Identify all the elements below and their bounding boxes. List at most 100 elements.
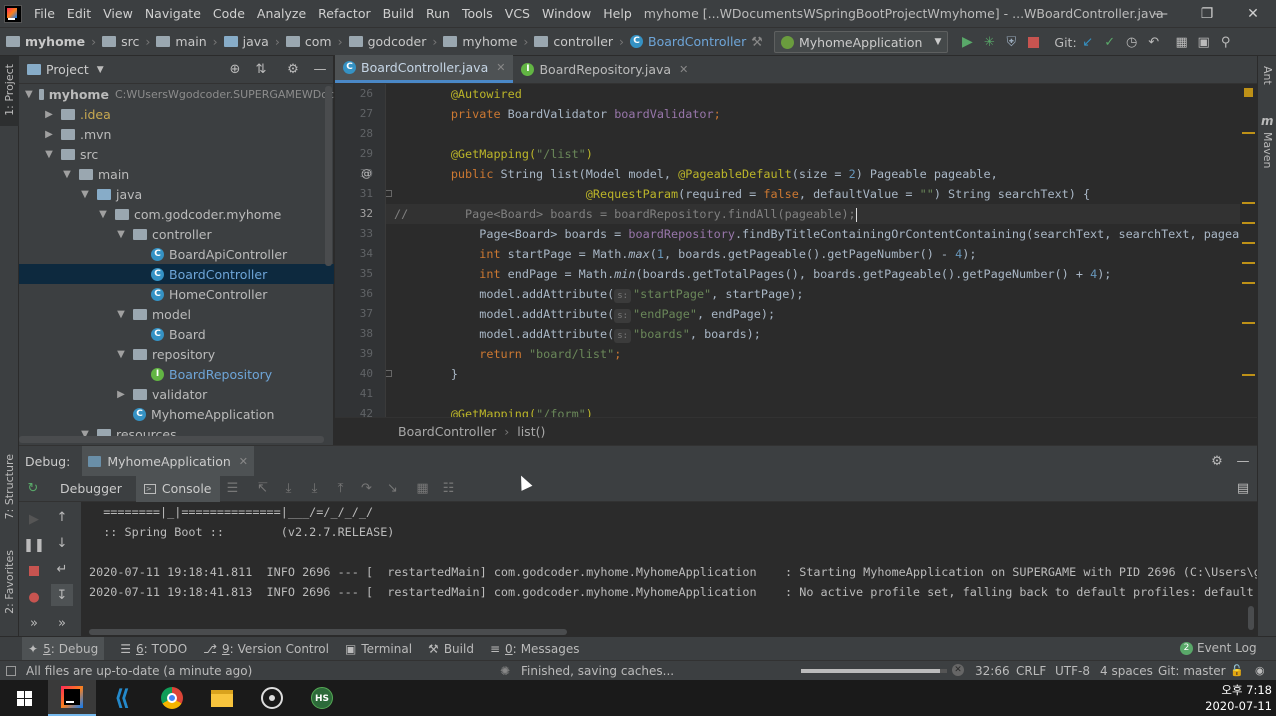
breadcrumb-item-godcoder[interactable]: godcoder bbox=[348, 34, 426, 49]
tool-tab-debug[interactable]: ✦ 5: Debug bbox=[22, 636, 105, 661]
expand-right-icon[interactable]: ▶ bbox=[115, 389, 127, 400]
close-icon[interactable]: ✕ bbox=[679, 63, 688, 76]
tree-item[interactable]: I BoardRepository bbox=[19, 364, 334, 384]
menu-item-view[interactable]: View bbox=[97, 6, 139, 21]
hide-panel-icon[interactable]: — bbox=[1232, 450, 1254, 472]
layout-icon[interactable]: ▣ bbox=[1193, 31, 1215, 53]
tree-item[interactable]: C MyhomeApplication bbox=[19, 404, 334, 424]
close-icon[interactable]: ✕ bbox=[496, 61, 505, 74]
menu-item-code[interactable]: Code bbox=[207, 6, 251, 21]
git-branch[interactable]: Git: master bbox=[1158, 664, 1226, 678]
editor-tab[interactable]: C BoardController.java ✕ bbox=[335, 55, 514, 83]
expand-down-icon[interactable]: ▼ bbox=[97, 209, 109, 220]
stop-icon[interactable] bbox=[1022, 31, 1044, 53]
soft-wrap-icon[interactable]: ↵ bbox=[51, 558, 73, 580]
console-vscrollbar[interactable] bbox=[1248, 606, 1254, 630]
breadcrumb-item-myhome[interactable]: myhome bbox=[443, 34, 517, 49]
tab-console[interactable]: > Console bbox=[135, 475, 220, 502]
hide-panel-icon[interactable]: — bbox=[309, 59, 331, 81]
editor-marker-stripe[interactable] bbox=[1240, 84, 1257, 417]
intellij-logo-icon[interactable] bbox=[4, 4, 22, 23]
favorites-tool-button[interactable]: 2: Favorites bbox=[3, 550, 16, 614]
tree-item[interactable]: ▶ .idea bbox=[19, 104, 334, 124]
scroll-up-icon[interactable]: ↑ bbox=[51, 506, 73, 528]
menu-item-run[interactable]: Run bbox=[420, 6, 456, 21]
run-config-select[interactable]: MyhomeApplication ▼ bbox=[774, 31, 949, 53]
build-hammer-icon[interactable]: ⚒ bbox=[746, 31, 768, 53]
taskbar-chrome[interactable] bbox=[148, 680, 196, 716]
tool-tab-build[interactable]: ⚒ Build bbox=[428, 642, 474, 656]
breadcrumb-item-controller[interactable]: controller bbox=[534, 34, 613, 49]
tree-hscrollbar[interactable] bbox=[19, 436, 324, 443]
run-icon[interactable]: ▶ bbox=[956, 31, 978, 53]
git-rollback-icon[interactable]: ↶ bbox=[1143, 31, 1165, 53]
cancel-progress-icon[interactable]: ✕ bbox=[952, 664, 964, 676]
status-toggle-icon[interactable] bbox=[6, 665, 16, 676]
rerun-icon[interactable]: ↻ bbox=[22, 478, 44, 500]
menu-item-analyze[interactable]: Analyze bbox=[251, 6, 312, 21]
step-over-icon[interactable]: ⤓ bbox=[278, 478, 300, 500]
taskbar-intellij[interactable] bbox=[48, 680, 96, 716]
tool-tab-version-control[interactable]: ⎇ 9: Version Control bbox=[203, 642, 329, 656]
breadcrumb-item-main[interactable]: main bbox=[156, 34, 207, 49]
taskbar-hs-app[interactable]: HS bbox=[298, 680, 346, 716]
memory-indicator-icon[interactable]: ◉ bbox=[1255, 664, 1265, 677]
console-hscrollbar[interactable] bbox=[89, 629, 567, 635]
project-tool-button[interactable]: 1: Project bbox=[3, 64, 16, 116]
tree-item[interactable]: C BoardApiController bbox=[19, 244, 334, 264]
run-to-cursor-icon[interactable]: ↘ bbox=[382, 478, 404, 500]
menu-item-refactor[interactable]: Refactor bbox=[312, 6, 376, 21]
tree-item[interactable]: ▼ src bbox=[19, 144, 334, 164]
expand-down-icon[interactable]: ▼ bbox=[25, 89, 33, 100]
debug-bug-icon[interactable]: ✳ bbox=[978, 31, 1000, 53]
indent-setting[interactable]: 4 spaces bbox=[1100, 664, 1153, 678]
caret-position[interactable]: 32:66 bbox=[975, 664, 1010, 678]
gear-icon[interactable]: ⚙ bbox=[282, 59, 304, 81]
close-window-button[interactable]: ✕ bbox=[1230, 0, 1276, 28]
expand-down-icon[interactable]: ▼ bbox=[115, 229, 127, 240]
tree-item[interactable]: C BoardController bbox=[19, 264, 334, 284]
expand-down-icon[interactable]: ▼ bbox=[61, 169, 73, 180]
structure-tool-button[interactable]: 7: Structure bbox=[3, 454, 16, 519]
windows-start-button[interactable] bbox=[0, 680, 48, 716]
tree-item[interactable]: ▼ repository bbox=[19, 344, 334, 364]
breadcrumb-item-java[interactable]: java bbox=[223, 34, 269, 49]
debug-config-tab[interactable]: MyhomeApplication ✕ bbox=[82, 446, 255, 476]
console-output[interactable]: ========|_|==============|___/=/_/_/_/ :… bbox=[81, 502, 1257, 637]
breadcrumb-item-com[interactable]: com bbox=[285, 34, 332, 49]
tree-item[interactable]: C HomeController bbox=[19, 284, 334, 304]
menu-item-build[interactable]: Build bbox=[377, 6, 420, 21]
tree-item[interactable]: ▼ controller bbox=[19, 224, 334, 244]
chevron-down-icon[interactable]: ▼ bbox=[97, 65, 104, 75]
evaluate-icon[interactable]: ▦ bbox=[412, 478, 434, 500]
expand-right-icon[interactable]: ▶ bbox=[43, 109, 55, 120]
breadcrumb-item-myhome[interactable]: myhome bbox=[6, 34, 85, 49]
gear-icon[interactable]: ⚙ bbox=[1206, 450, 1228, 472]
tool-tab-terminal[interactable]: ▣ Terminal bbox=[345, 642, 412, 656]
more-icon[interactable]: » bbox=[23, 612, 45, 634]
git-history-icon[interactable]: ◷ bbox=[1121, 31, 1143, 53]
step-out-icon[interactable]: ⤒ bbox=[330, 478, 352, 500]
project-structure-icon[interactable]: ▦ bbox=[1171, 31, 1193, 53]
expand-right-icon[interactable]: ▶ bbox=[43, 129, 55, 140]
expand-down-icon[interactable]: ▼ bbox=[115, 349, 127, 360]
trace-icon[interactable]: ☷ bbox=[438, 478, 460, 500]
taskbar-vscode[interactable]: ⟪ bbox=[98, 680, 146, 716]
git-update-icon[interactable]: ↙ bbox=[1077, 31, 1099, 53]
more-icon[interactable]: » bbox=[51, 612, 73, 634]
maven-tool-button[interactable]: Maven bbox=[1261, 132, 1274, 168]
scroll-to-end-icon[interactable]: ↧ bbox=[51, 584, 73, 606]
pause-icon[interactable]: ❚❚ bbox=[23, 534, 45, 556]
editor-tab[interactable]: I BoardRepository.java ✕ bbox=[513, 55, 696, 83]
tree-item[interactable]: ▶ validator bbox=[19, 384, 334, 404]
project-panel-title[interactable]: Project bbox=[46, 62, 89, 77]
menu-item-file[interactable]: File bbox=[28, 6, 61, 21]
breadcrumb-class[interactable]: BoardController bbox=[398, 424, 496, 439]
breadcrumb-method[interactable]: list() bbox=[517, 424, 545, 439]
taskbar-explorer[interactable] bbox=[198, 680, 246, 716]
collapse-all-icon[interactable]: ⇅ bbox=[250, 59, 272, 81]
code-area[interactable]: @Autowired private BoardValidator boardV… bbox=[385, 84, 1240, 417]
tree-item[interactable]: ▼ java bbox=[19, 184, 334, 204]
menu-item-help[interactable]: Help bbox=[597, 6, 638, 21]
menu-item-tools[interactable]: Tools bbox=[456, 6, 499, 21]
